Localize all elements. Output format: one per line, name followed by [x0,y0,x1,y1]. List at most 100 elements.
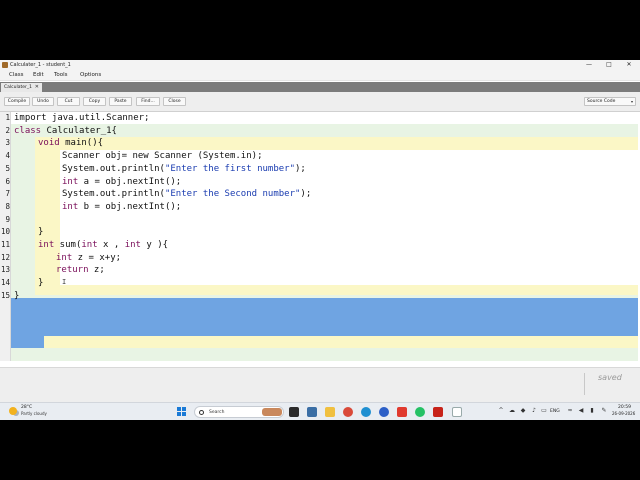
tab-label: Calculater_1 [4,85,32,90]
compile-button[interactable]: Compile [4,97,30,106]
edge-icon[interactable] [361,407,371,417]
text-selection [11,298,638,336]
status-divider [584,373,585,395]
tab-calculater-1[interactable]: Calculater_1 ✕ [1,83,42,92]
line-number: 3 [5,138,10,148]
windows-start-icon[interactable] [177,407,186,416]
acrobat-icon[interactable] [433,407,443,417]
code-line-15: } [14,290,20,301]
code-text: a = obj.nextInt(); [78,176,182,187]
line-number: 5 [5,163,10,173]
chevron-up-icon[interactable]: ^ [497,407,505,415]
pen-icon[interactable]: ✎ [600,407,608,415]
bluej-editor-window: Calculater_1 - student_1 — □ ✕ Class Edi… [0,60,640,420]
keyword: void [38,138,60,149]
code-line-1: import java.util.Scanner; [14,113,150,123]
store-icon[interactable] [307,407,317,417]
task-view-icon[interactable] [289,407,299,417]
line-number-gutter: 1 2 3 4 5 6 7 8 9 10 11 12 13 14 15 [0,112,11,361]
minimize-button[interactable]: — [582,60,596,70]
menu-bar: Class Edit Tools Options [0,70,640,81]
keyword: int [62,201,79,212]
code-text: Calculater_1{ [41,125,117,136]
line-number: 4 [5,151,10,161]
line-number: 7 [5,189,10,199]
copy-button[interactable]: Copy [83,97,106,106]
code-line-7: System.out.println("Enter the Second num… [62,188,311,201]
find-button[interactable]: Find... [136,97,160,106]
partly-cloudy-icon[interactable] [9,407,17,415]
menu-tools[interactable]: Tools [54,71,68,80]
line-number: 15 [0,290,10,300]
undo-button[interactable]: Undo [32,97,54,106]
keyword: return [56,265,89,276]
code-text: b = obj.nextInt(); [78,201,182,212]
paste-button[interactable]: Paste [109,97,132,106]
code-text: y ){ [140,240,169,250]
clock-date[interactable]: 26-09-2026 [612,411,635,417]
code-text: ); [295,163,306,174]
taskbar-search[interactable]: Search [194,406,284,418]
code-text: ); [300,189,312,200]
title-bar: Calculater_1 - student_1 — □ ✕ [0,60,640,70]
chevron-down-icon: ▾ [630,99,633,104]
menu-edit[interactable]: Edit [33,71,44,80]
view-mode-select[interactable]: Source Code ▾ [584,97,636,106]
keyword: int [124,240,141,250]
code-text: main(){ [59,138,104,149]
string-literal: "Enter the Second number" [164,189,301,200]
browser-icon[interactable] [379,407,389,417]
code-line-2: class Calculater_1{ [14,125,117,138]
code-line-13: return z; [56,264,105,277]
volume-icon[interactable]: ◀ [577,407,585,415]
window-title: Calculater_1 - student_1 [10,62,71,68]
code-line-8: int b = obj.nextInt(); [62,201,181,214]
battery-icon[interactable]: ▭ [540,407,548,415]
view-mode-value: Source Code [587,99,616,104]
file-explorer-icon[interactable] [325,407,335,417]
keyword: int [62,176,79,187]
keyword: class [14,125,42,136]
search-highlight-image [262,408,282,416]
line-number: 9 [5,214,10,224]
code-line-10: } [38,227,44,238]
weather-description[interactable]: Partly cloudy [21,411,47,417]
line-number: 12 [0,252,10,262]
close-window-button[interactable]: ✕ [622,60,636,70]
bluej-taskbar-icon[interactable] [452,407,462,417]
keyword: int [81,240,98,250]
code-text: z; [88,265,105,276]
text-selection-tail [11,336,44,348]
menu-class[interactable]: Class [9,71,23,80]
search-icon [199,410,204,415]
menu-options[interactable]: Options [80,71,101,80]
status-bar: saved [0,367,640,402]
cut-button[interactable]: Cut [57,97,80,106]
code-line-6: int a = obj.nextInt(); [62,176,181,189]
speaker-icon[interactable]: ♪ [530,407,538,415]
network-icon[interactable]: ◆ [519,407,527,415]
line-number: 13 [0,265,10,275]
code-editor[interactable]: 1 2 3 4 5 6 7 8 9 10 11 12 13 14 15 impo… [0,112,640,367]
tab-bar: Calculater_1 ✕ [0,82,640,92]
code-text: z = x+y; [72,252,122,263]
wifi-icon[interactable]: ≈ [566,407,574,415]
code-text: System.out.println( [62,189,165,200]
battery-status-icon[interactable]: ▮ [588,407,596,415]
code-text: sum( [54,240,82,250]
opera-icon[interactable] [397,407,407,417]
code-line-12: int z = x+y; [56,252,121,265]
code-line-3: void main(){ [38,137,103,150]
code-line-5: System.out.println("Enter the first numb… [62,163,306,176]
whatsapp-icon[interactable] [415,407,425,417]
tab-close-icon[interactable]: ✕ [35,84,39,91]
editor-toolbar: Compile Undo Cut Copy Paste Find... Clos… [0,92,640,112]
language-indicator[interactable]: ENG [550,408,560,415]
chrome-icon[interactable] [343,407,353,417]
maximize-button[interactable]: □ [602,60,616,70]
close-button[interactable]: Close [163,97,186,106]
search-placeholder: Search [209,410,225,415]
line-number: 11 [0,240,10,249]
cloud-icon[interactable]: ☁ [508,407,516,415]
code-line-4: Scanner obj= new Scanner (System.in); [62,151,263,162]
